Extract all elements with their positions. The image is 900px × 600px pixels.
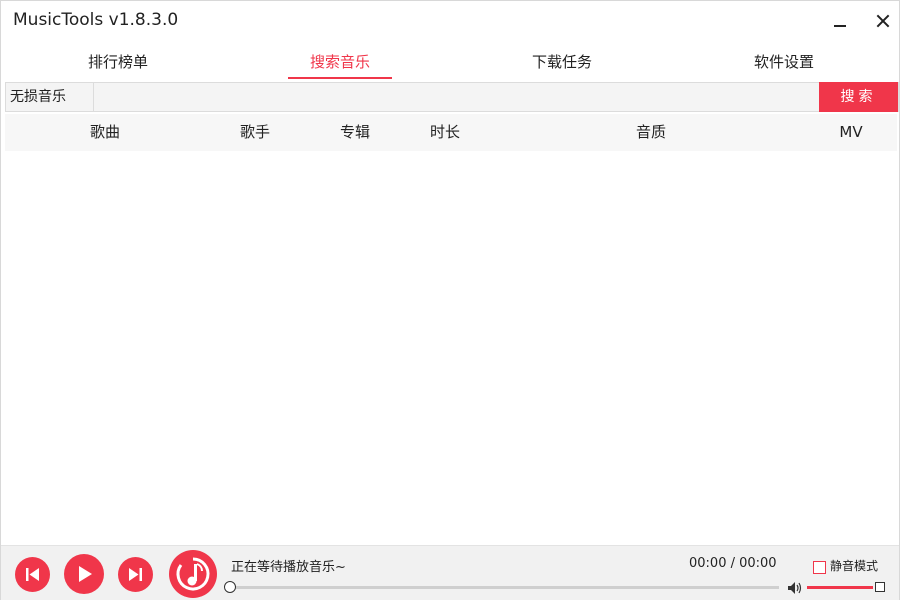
results-table-body bbox=[5, 151, 897, 543]
playback-time: 00:00 / 00:00 bbox=[689, 556, 777, 571]
column-header-quality: 音质 bbox=[635, 123, 666, 141]
progress-handle[interactable] bbox=[224, 581, 236, 593]
column-header-song: 歌曲 bbox=[89, 123, 120, 141]
now-playing-text: 正在等待播放音乐~ bbox=[231, 560, 346, 575]
volume-handle[interactable] bbox=[875, 582, 885, 592]
search-type-selector[interactable]: 无损音乐 bbox=[6, 83, 94, 111]
search-input[interactable] bbox=[95, 83, 819, 111]
previous-button[interactable] bbox=[15, 557, 50, 592]
title-bar: MusicTools v1.8.3.0 bbox=[1, 1, 899, 41]
previous-icon bbox=[26, 568, 39, 581]
tab-settings[interactable]: 软件设置 bbox=[731, 41, 837, 79]
app-title: MusicTools v1.8.3.0 bbox=[13, 10, 179, 30]
volume-slider[interactable] bbox=[807, 586, 873, 589]
search-bar: 无损音乐 搜索 bbox=[5, 82, 899, 112]
progress-bar[interactable] bbox=[224, 581, 779, 593]
volume-icon[interactable] bbox=[787, 581, 803, 595]
tab-search-music[interactable]: 搜索音乐 bbox=[287, 41, 393, 79]
tab-download-tasks[interactable]: 下载任务 bbox=[509, 41, 615, 79]
column-header-mv: MV bbox=[839, 123, 863, 141]
next-icon bbox=[129, 568, 142, 581]
column-header-duration: 时长 bbox=[429, 123, 460, 141]
next-button[interactable] bbox=[118, 557, 153, 592]
mute-mode-label[interactable]: 静音模式 bbox=[830, 557, 878, 574]
tab-bar: 排行榜单 搜索音乐 下载任务 软件设置 bbox=[1, 41, 899, 81]
search-button[interactable]: 搜索 bbox=[819, 82, 898, 112]
column-header-album: 专辑 bbox=[339, 123, 370, 141]
tab-rankings[interactable]: 排行榜单 bbox=[65, 41, 171, 79]
results-table-header: 歌曲 歌手 专辑 时长 音质 MV bbox=[5, 114, 897, 151]
play-button[interactable] bbox=[64, 554, 104, 594]
music-note-icon bbox=[176, 557, 210, 591]
close-icon[interactable] bbox=[871, 9, 895, 33]
player-bar: 正在等待播放音乐~ 00:00 / 00:00 静音模式 bbox=[1, 545, 899, 600]
mute-mode-checkbox[interactable] bbox=[813, 561, 826, 574]
minimize-icon[interactable] bbox=[829, 9, 853, 33]
active-tab-indicator bbox=[288, 77, 392, 79]
app-window: MusicTools v1.8.3.0 排行榜单 搜索音乐 下载任务 软件设置 … bbox=[0, 0, 900, 600]
column-header-artist: 歌手 bbox=[239, 123, 270, 141]
play-icon bbox=[79, 566, 92, 582]
album-disc[interactable] bbox=[169, 550, 217, 598]
